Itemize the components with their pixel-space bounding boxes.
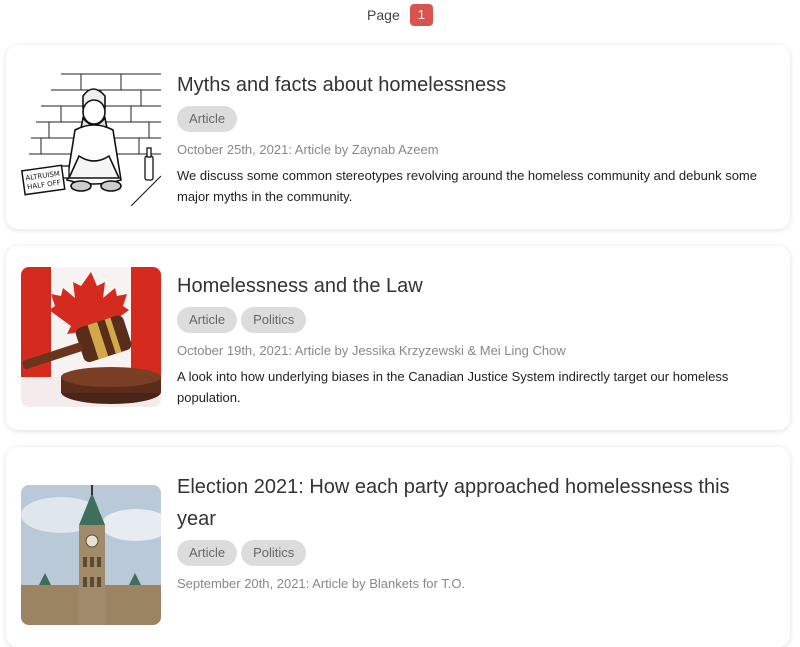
page-1-button[interactable]: 1	[409, 4, 433, 26]
article-content: Myths and facts about homelessness Artic…	[177, 69, 772, 207]
tag-politics[interactable]: Politics	[241, 307, 307, 333]
article-card[interactable]: ALTRUISM HALF OFF Myths and facts about …	[6, 45, 790, 229]
article-meta: October 19th, 2021: Article by Jessika K…	[177, 343, 566, 358]
tag-list: Article Politics	[177, 540, 772, 566]
article-title[interactable]: Election 2021: How each party approached…	[177, 471, 772, 535]
page-label: Page	[367, 7, 400, 23]
article-title[interactable]: Myths and facts about homelessness	[177, 69, 772, 101]
article-thumbnail-parliament[interactable]	[21, 485, 161, 625]
article-card[interactable]: Homelessness and the Law Article Politic…	[6, 246, 790, 430]
article-thumbnail-gavel-flag[interactable]	[21, 267, 161, 407]
article-meta: October 25th, 2021: Article by Zaynab Az…	[177, 142, 439, 157]
tag-list: Article Politics	[177, 307, 772, 333]
article-description: We discuss some common stereotypes revol…	[177, 168, 757, 204]
article-description: A look into how underlying biases in the…	[177, 369, 729, 405]
article-card[interactable]: Election 2021: How each party approached…	[6, 447, 790, 647]
article-thumbnail-homeless-sketch[interactable]: ALTRUISM HALF OFF	[21, 66, 161, 206]
article-meta: September 20th, 2021: Article by Blanket…	[177, 576, 466, 591]
tag-politics[interactable]: Politics	[241, 540, 307, 566]
pagination: Page 1	[0, 3, 800, 27]
tag-list: Article	[177, 106, 772, 132]
article-title[interactable]: Homelessness and the Law	[177, 270, 772, 302]
tag-article[interactable]: Article	[177, 540, 238, 566]
tag-article[interactable]: Article	[177, 307, 238, 333]
article-content: Election 2021: How each party approached…	[177, 471, 772, 591]
article-content: Homelessness and the Law Article Politic…	[177, 270, 772, 408]
tag-article[interactable]: Article	[177, 106, 238, 132]
